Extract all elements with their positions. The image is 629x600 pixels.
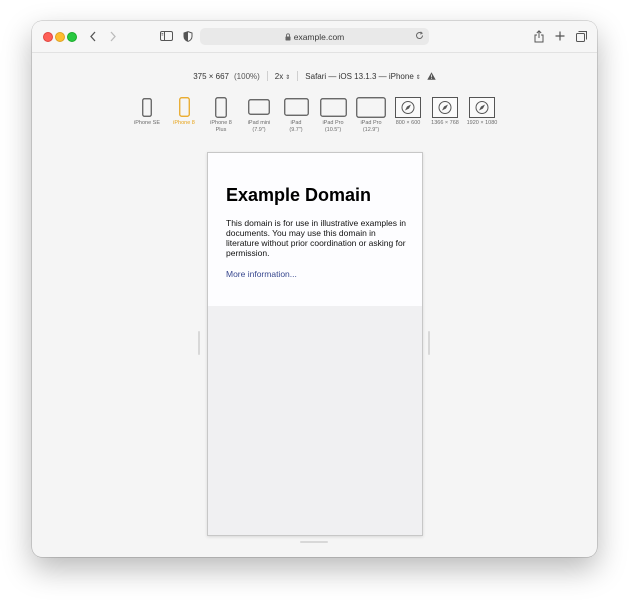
ipad-icon [283,98,309,116]
address-bar[interactable]: example.com [200,28,429,45]
device-iphone-se[interactable]: iPhone SE [127,96,167,127]
warning-icon[interactable] [427,72,436,80]
device-800x600[interactable]: 800 × 600 [388,96,428,127]
sidebar-button[interactable] [159,29,173,43]
device-label: 1366 × 768 [431,120,459,126]
sidebar-icon [159,31,173,41]
device-label: 1920 × 1080 [466,120,498,126]
device-iphone-8[interactable]: iPhone 8 [164,96,204,127]
zoom-percent: (100%) [234,71,260,81]
new-tab-button[interactable] [553,29,567,43]
tabs-icon [575,30,587,42]
zoom-window-button[interactable] [67,32,77,42]
user-agent-value: Safari — iOS 13.1.3 — iPhone [305,71,414,81]
device-ipad-mini[interactable]: iPad mini (7.9") [239,96,279,134]
user-agent-select[interactable]: Safari — iOS 13.1.3 — iPhone ⇕ [305,72,421,81]
resize-handle-bottom[interactable] [300,541,328,543]
divider [266,71,268,81]
close-window-button[interactable] [43,32,53,42]
iphone-8-plus-icon [215,96,227,118]
resize-handle-right[interactable] [428,331,430,355]
back-button[interactable] [86,29,100,43]
page-heading: Example Domain [226,185,372,205]
viewport-dimensions: 375 × 667 [193,71,229,81]
device-label: iPad Pro (10.5") [322,120,344,133]
device-presets: iPhone SE iPhone 8 iPhone 8 Plus iPad mi… [32,96,597,136]
minimize-window-button[interactable] [55,32,65,42]
device-label: iPad Pro (12.9") [360,120,382,133]
shield-icon [183,30,193,42]
iphone-8-icon [178,97,190,117]
page-body-text: This domain is for use in illustrative e… [226,218,406,258]
url-text: example.com [293,31,345,42]
ipad-mini-icon [248,99,270,115]
reload-icon[interactable] [415,31,424,42]
scale-value: 2x [274,71,284,81]
resize-handle-left[interactable] [198,331,200,355]
forward-button[interactable] [106,29,120,43]
device-ipad[interactable]: iPad (9.7") [276,96,316,134]
safari-window-icon [469,96,495,118]
responsive-design-toolbar: 375 × 667 (100%) 2x ⇕ Safari — iOS 13.1.3… [32,70,597,82]
iphone-se-icon [142,97,152,117]
safari-window-icon [432,96,458,118]
device-1366x768[interactable]: 1366 × 768 [425,96,465,127]
divider [297,71,299,81]
share-icon [534,29,544,42]
more-information-link[interactable]: More information... [226,269,297,279]
lock-icon [285,32,291,41]
device-1920x1080[interactable]: 1920 × 1080 [462,96,502,127]
web-page: Example Domain This domain is for use in… [208,153,422,306]
ipad-pro-105-icon [319,97,347,117]
device-label: iPhone 8 Plus [210,120,232,133]
safari-window-icon [395,96,421,118]
updown-chevron-icon: ⇕ [415,74,421,81]
ipad-pro-129-icon [356,96,386,118]
device-label: iPhone SE [134,120,160,126]
scale-select[interactable]: 2x ⇕ [275,72,290,81]
device-label: iPad mini (7.9") [247,120,271,133]
device-label: 800 × 600 [395,120,421,126]
privacy-report-button[interactable] [181,29,195,43]
safari-window: example.com 375 × 667 (100%) 2x ⇕ Safari … [32,21,597,557]
device-ipad-pro-12-9[interactable]: iPad Pro (12.9") [351,96,391,134]
device-viewport: Example Domain This domain is for use in… [207,152,423,536]
title-bar: example.com [32,21,597,53]
device-label: iPad (9.7") [289,120,303,133]
device-iphone-8-plus[interactable]: iPhone 8 Plus [201,96,241,134]
updown-chevron-icon: ⇕ [285,74,291,81]
tab-overview-button[interactable] [574,29,588,43]
plus-icon [555,31,565,41]
chevron-right-icon [110,31,116,41]
share-button[interactable] [532,29,546,43]
device-ipad-pro-10-5[interactable]: iPad Pro (10.5") [313,96,353,134]
device-label: iPhone 8 [173,120,195,126]
chevron-left-icon [90,31,96,41]
